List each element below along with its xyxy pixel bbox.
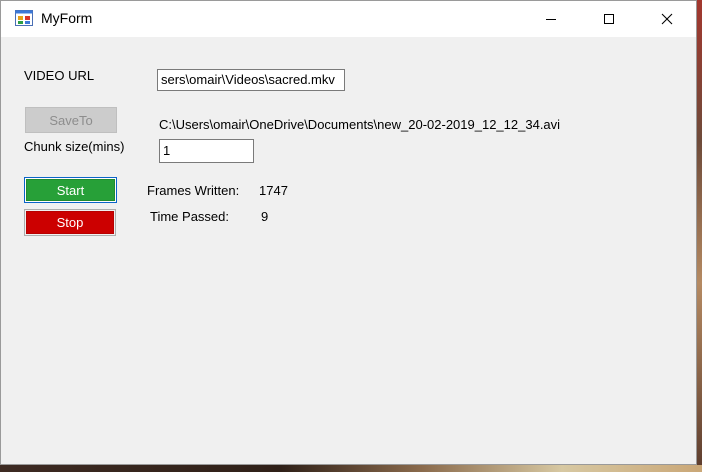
close-button[interactable] [638,1,696,37]
start-button[interactable]: Start [24,177,117,203]
video-url-label: VIDEO URL [24,68,95,83]
title-bar[interactable]: MyForm [1,1,696,37]
myform-window: MyForm VIDEO URL sers\omair\Videos\sacre… [0,0,697,465]
maximize-button[interactable] [580,1,638,37]
time-passed-value: 9 [261,209,269,224]
time-passed-label: Time Passed: [150,209,229,224]
minimize-button[interactable] [522,1,580,37]
video-url-input[interactable]: sers\omair\Videos\sacred.mkv [157,69,345,91]
desktop-edge-bottom [0,465,702,472]
minimize-icon [546,19,556,20]
close-icon [661,13,673,25]
form-app-icon[interactable] [15,10,33,26]
video-url-value: sers\omair\Videos\sacred.mkv [161,72,335,87]
frames-written-label: Frames Written: [147,183,240,198]
chunk-size-input[interactable]: 1 [159,139,254,163]
maximize-icon [604,14,614,24]
frames-written-value: 1747 [259,183,288,198]
desktop-edge-right [697,0,702,472]
save-path-label: C:\Users\omair\OneDrive\Documents\new_20… [159,117,561,132]
chunk-size-label: Chunk size(mins) [24,139,125,154]
stop-button[interactable]: Stop [24,209,116,236]
window-title: MyForm [41,10,93,26]
saveto-button[interactable]: SaveTo [25,107,117,133]
